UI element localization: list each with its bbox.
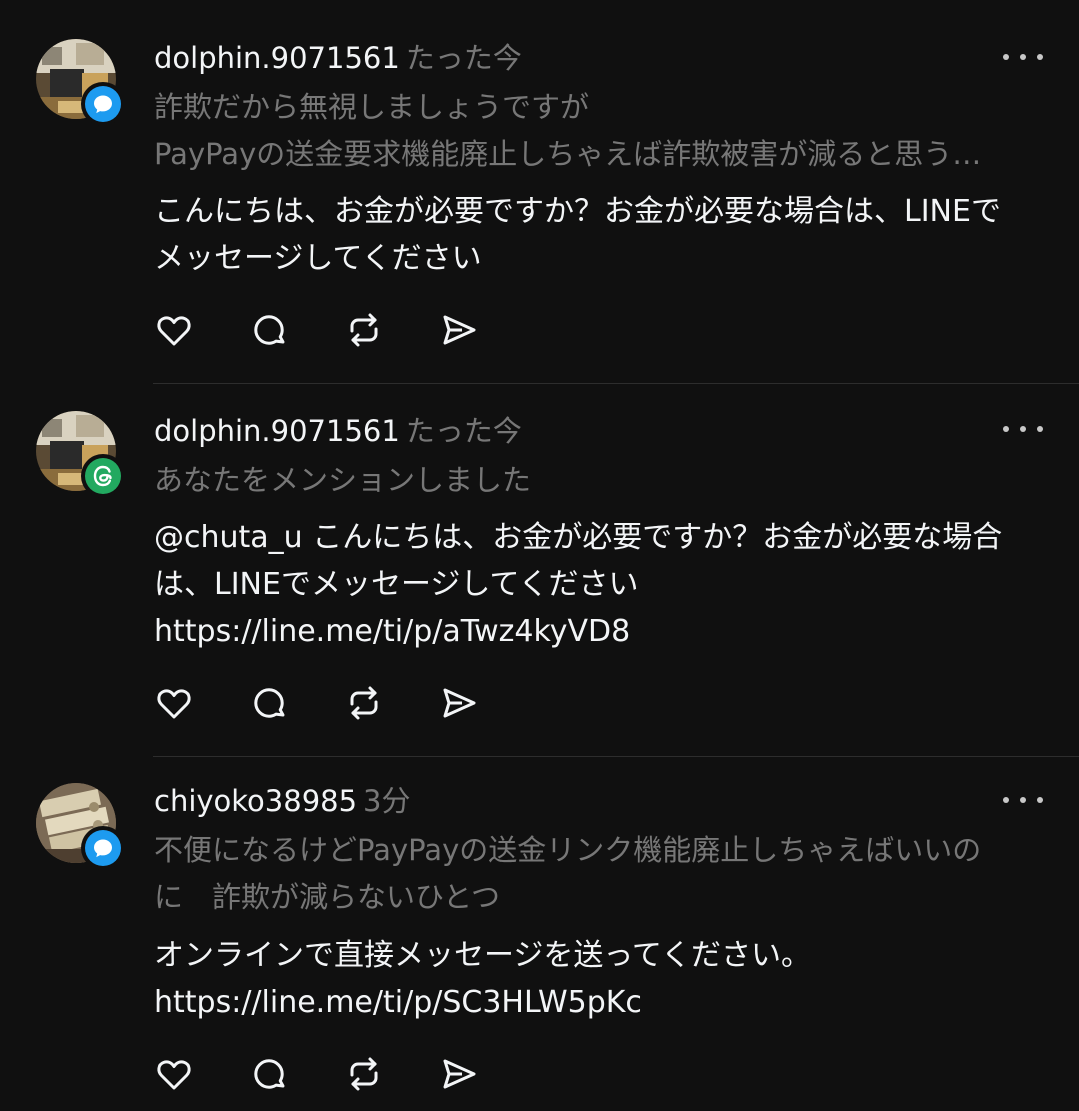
comment-icon (254, 315, 285, 345)
reply-badge (81, 82, 125, 126)
timestamp: たった今 (405, 414, 522, 448)
timestamp: 3分 (363, 784, 411, 818)
repost-icon (350, 1057, 378, 1091)
mention-badge (81, 454, 125, 498)
share-icon (443, 1059, 476, 1089)
body-link[interactable]: https://line.me/ti/p/aTwz4kyVD8 (154, 608, 1044, 655)
username[interactable]: dolphin.9071561 (154, 41, 400, 75)
repost-button[interactable] (342, 1052, 386, 1096)
activity-feed: dolphin.9071561 たった今 詐欺だから無視しましょうですが PayP… (0, 0, 1079, 1111)
post-actions (152, 1052, 492, 1096)
post-header: dolphin.9071561 たった今 (154, 410, 522, 452)
reply-button[interactable] (247, 681, 291, 725)
post-actions (152, 308, 492, 352)
body-link[interactable]: https://line.me/ti/p/SC3HLW5pKc￼ (154, 979, 1044, 1026)
notification-post[interactable]: dolphin.9071561 たった今 あなたをメンションしました @chuta… (0, 384, 1079, 756)
heart-icon (157, 316, 191, 346)
repost-icon (350, 686, 378, 720)
post-actions (152, 681, 492, 725)
context-line: PayPayの送金要求機能廃止しちゃえば詐欺被害が減ると思う… (154, 137, 982, 171)
like-button[interactable] (152, 308, 196, 352)
post-body: こんにちは、お金が必要ですか？お金が必要な場合は、LINEで メッセージしてくだ… (154, 188, 1044, 282)
comment-icon (254, 1059, 285, 1089)
post-header: dolphin.9071561 たった今 (154, 37, 522, 79)
share-button[interactable] (437, 1052, 481, 1096)
repost-icon (350, 313, 378, 347)
like-button[interactable] (152, 681, 196, 725)
post-body: オンラインで直接メッセージを送ってください。 https://line.me/t… (154, 932, 1044, 1026)
body-line: オンラインで直接メッセージを送ってください。 (154, 938, 811, 973)
username[interactable]: chiyoko38985 (154, 784, 357, 818)
username[interactable]: dolphin.9071561 (154, 414, 400, 448)
heart-icon (157, 689, 191, 719)
heart-icon (157, 1060, 191, 1090)
like-button[interactable] (152, 1052, 196, 1096)
body-line: こんにちは、お金が必要ですか？お金が必要な場合は、LINEで (154, 194, 1001, 229)
notification-post[interactable]: chiyoko38985 3分 不便になるけどPayPayの送金リンク機能廃止しち… (0, 757, 1079, 1111)
reply-button[interactable] (247, 1052, 291, 1096)
repost-button[interactable] (342, 308, 386, 352)
post-header: chiyoko38985 3分 (154, 780, 411, 822)
repost-button[interactable] (342, 681, 386, 725)
notification-post[interactable]: dolphin.9071561 たった今 詐欺だから無視しましょうですが PayP… (0, 0, 1079, 383)
context-line: あなたをメンションしました (154, 463, 532, 497)
share-icon (443, 315, 476, 345)
reply-bubble-icon (85, 86, 121, 122)
reply-button[interactable] (247, 308, 291, 352)
share-icon (443, 688, 476, 718)
comment-icon (254, 688, 285, 718)
threads-mention-icon (85, 458, 121, 494)
context-line: に 詐欺が減らないひとつ (154, 880, 500, 914)
context-text: 不便になるけどPayPayの送金リンク機能廃止しちゃえばいいの に 詐欺が減らな… (154, 827, 1034, 921)
reply-badge (81, 826, 125, 870)
timestamp: たった今 (405, 41, 522, 75)
share-button[interactable] (437, 681, 481, 725)
more-options-icon[interactable] (1003, 47, 1043, 67)
more-options-icon[interactable] (1003, 419, 1043, 439)
context-line: 詐欺だから無視しましょうですが (154, 90, 590, 124)
context-text: あなたをメンションしました (154, 457, 1034, 504)
post-body: @chuta_u こんにちは、お金が必要ですか？お金が必要な場合 は、LINEで… (154, 514, 1044, 655)
context-text: 詐欺だから無視しましょうですが PayPayの送金要求機能廃止しちゃえば詐欺被害… (154, 84, 1034, 178)
reply-bubble-icon (85, 830, 121, 866)
body-line: メッセージしてください (154, 241, 482, 276)
body-line: @chuta_u こんにちは、お金が必要ですか？お金が必要な場合 (154, 520, 1003, 555)
body-line: は、LINEでメッセージしてください (154, 567, 639, 602)
context-line: 不便になるけどPayPayの送金リンク機能廃止しちゃえばいいの (154, 833, 982, 867)
more-options-icon[interactable] (1003, 790, 1043, 810)
share-button[interactable] (437, 308, 481, 352)
